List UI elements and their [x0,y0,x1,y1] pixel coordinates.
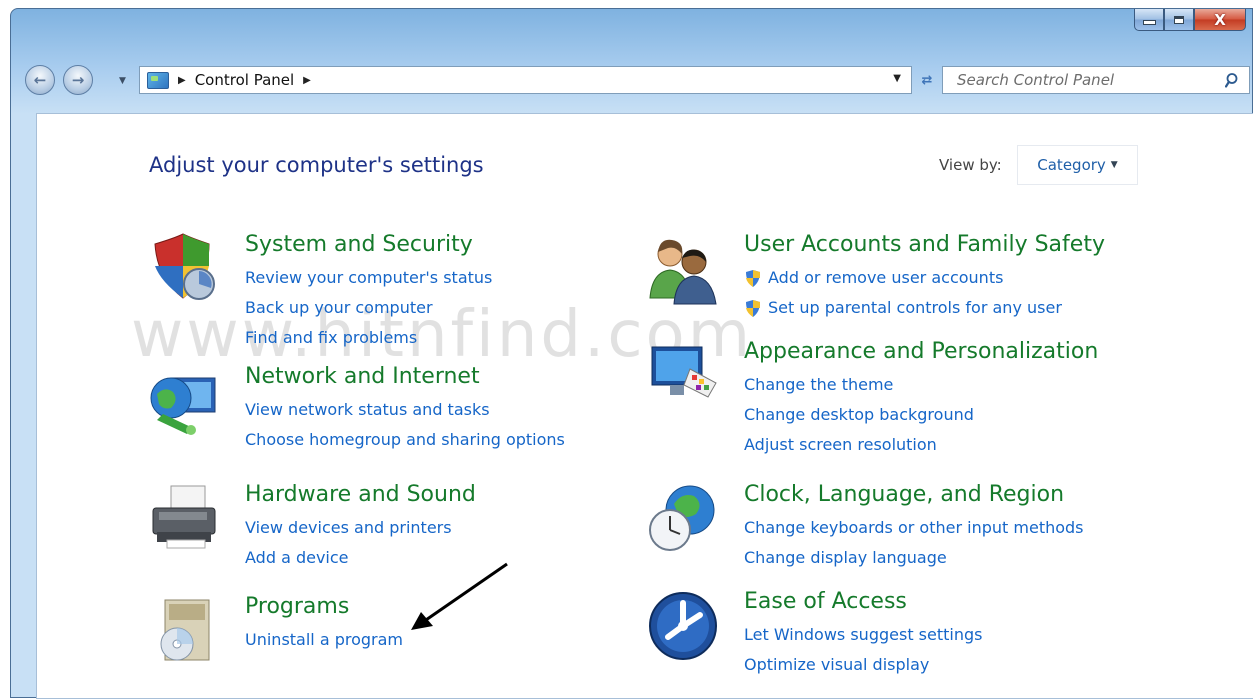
back-arrow-icon: ← [33,71,47,89]
monitor-palette-icon [651,346,717,398]
link-label: Set up parental controls for any user [768,298,1062,317]
category-title[interactable]: Clock, Language, and Region [744,482,1084,508]
forward-button[interactable]: → [63,65,93,95]
link-display-language[interactable]: Change display language [744,543,1084,573]
link-windows-suggest-settings[interactable]: Let Windows suggest settings [744,620,982,650]
shield-windows-icon [154,233,215,300]
chevron-down-icon: ▼ [1110,160,1118,170]
maximize-icon [1174,15,1184,24]
uac-shield-icon [746,300,760,317]
control-panel-window: X ← → ▼ ▶ Control Panel ▶ ▼ ⇄ Adjust you… [10,8,1253,699]
maximize-button[interactable] [1164,9,1194,31]
link-parental-controls[interactable]: Set up parental controls for any user [744,293,1105,323]
category-title[interactable]: Hardware and Sound [245,482,476,508]
link-desktop-background[interactable]: Change desktop background [744,400,1098,430]
category-title[interactable]: Network and Internet [245,364,565,390]
uac-shield-icon [746,270,760,287]
category-text: User Accounts and Family Safety Add or r… [744,232,1105,323]
breadcrumb-separator-icon[interactable]: ▶ [178,75,186,86]
link-change-keyboards[interactable]: Change keyboards or other input methods [744,513,1084,543]
users-icon [649,239,717,305]
address-bar[interactable]: ▶ Control Panel ▶ ▼ [139,66,912,94]
refresh-icon: ⇄ [921,72,933,88]
category-title[interactable]: User Accounts and Family Safety [744,232,1105,258]
category-title[interactable]: System and Security [245,232,492,258]
programs-box-icon [160,599,210,661]
category-text: Programs Uninstall a program [245,594,403,655]
printer-icon [152,485,216,549]
category-title[interactable]: Appearance and Personalization [744,339,1098,365]
link-uninstall-program[interactable]: Uninstall a program [245,625,403,655]
link-optimize-visual-display[interactable]: Optimize visual display [744,650,982,680]
link-network-status[interactable]: View network status and tasks [245,395,565,425]
breadcrumb-control-panel[interactable]: Control Panel [195,71,294,89]
refresh-button[interactable]: ⇄ [917,68,937,92]
category-text: Clock, Language, and Region Change keybo… [744,482,1084,573]
clock-globe-icon [649,485,715,551]
globe-network-icon [150,377,216,435]
link-devices-printers[interactable]: View devices and printers [245,513,476,543]
view-by-label: View by: [939,156,1002,174]
minimize-button[interactable] [1134,9,1164,31]
link-screen-resolution[interactable]: Adjust screen resolution [744,430,1098,460]
control-panel-icon [147,71,169,89]
address-dropdown-icon[interactable]: ▼ [893,73,901,84]
link-back-up[interactable]: Back up your computer [245,293,492,323]
category-title[interactable]: Programs [245,594,403,620]
search-icon[interactable] [1225,72,1241,88]
ease-of-access-icon [649,592,717,660]
link-find-fix-problems[interactable]: Find and fix problems [245,323,492,353]
page-title: Adjust your computer's settings [149,153,484,177]
link-change-theme[interactable]: Change the theme [744,370,1098,400]
back-button[interactable]: ← [25,65,55,95]
link-add-remove-accounts[interactable]: Add or remove user accounts [744,263,1105,293]
category-text: Appearance and Personalization Change th… [744,339,1098,460]
minimize-icon [1142,20,1156,25]
category-title[interactable]: Ease of Access [744,589,982,615]
recent-pages-dropdown[interactable]: ▼ [119,76,126,86]
search-input[interactable] [955,70,1214,90]
close-icon: X [1214,10,1226,29]
view-by-dropdown[interactable]: Category ▼ [1017,145,1138,185]
window-controls: X [1134,9,1246,31]
forward-arrow-icon: → [71,71,85,89]
link-homegroup[interactable]: Choose homegroup and sharing options [245,425,565,455]
annotation-arrow-icon [411,562,508,630]
link-label: Add or remove user accounts [768,268,1004,287]
view-by-value: Category [1037,156,1106,174]
category-text: System and Security Review your computer… [245,232,492,353]
search-box[interactable] [942,66,1250,94]
close-button[interactable]: X [1194,9,1246,31]
link-review-status[interactable]: Review your computer's status [245,263,492,293]
category-text: Ease of Access Let Windows suggest setti… [744,589,982,680]
breadcrumb-separator-icon[interactable]: ▶ [303,75,311,86]
content-pane: Adjust your computer's settings View by:… [36,113,1253,699]
category-text: Network and Internet View network status… [245,364,565,455]
